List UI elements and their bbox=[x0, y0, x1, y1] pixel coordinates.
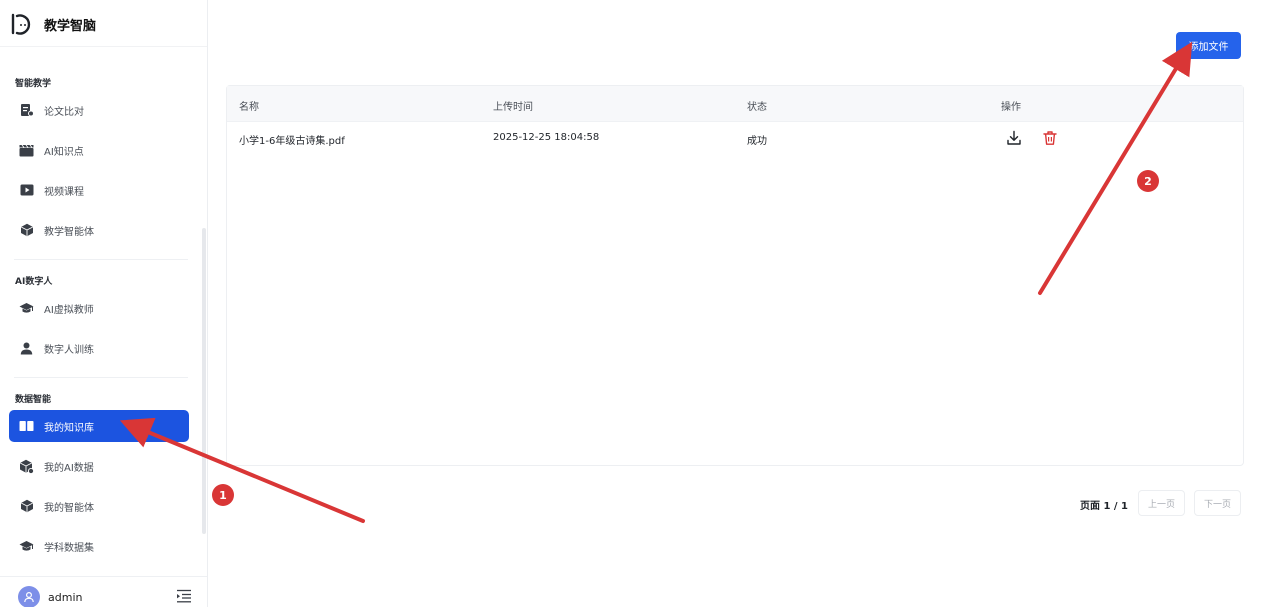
clapperboard-icon bbox=[19, 143, 34, 158]
file-name: 小学1-6年级古诗集.pdf bbox=[239, 136, 345, 147]
sidebar-item-subject-dataset[interactable]: 学科数据集 bbox=[9, 530, 189, 562]
section-title-ai-human: AI数字人 bbox=[15, 277, 53, 287]
download-icon[interactable] bbox=[1006, 130, 1022, 146]
cube-icon bbox=[19, 223, 34, 238]
sidebar-item-label: 视频课程 bbox=[44, 186, 84, 198]
file-table: 名称 上传时间 状态 操作 小学1-6年级古诗集.pdf 2025-12-25 … bbox=[226, 85, 1244, 466]
sidebar-item-ai-virtual-teacher[interactable]: AI虚拟教师 bbox=[9, 292, 189, 324]
column-header-actions: 操作 bbox=[1001, 102, 1021, 113]
graduation-cap-icon bbox=[19, 539, 34, 554]
prev-page-button[interactable]: 上一页 bbox=[1138, 490, 1186, 516]
logo-icon bbox=[11, 13, 31, 35]
user-profile[interactable]: admin bbox=[18, 585, 82, 607]
sidebar-item-my-ai-data[interactable]: 我的AI数据 bbox=[9, 450, 189, 482]
play-icon bbox=[19, 183, 34, 198]
sidebar-item-label: 数字人训练 bbox=[44, 344, 94, 356]
sidebar-item-label: 我的知识库 bbox=[44, 422, 94, 434]
book-open-icon bbox=[19, 419, 34, 434]
app-logo[interactable]: 教学智脑 bbox=[10, 10, 96, 38]
sidebar-item-paper-compare[interactable]: 论文比对 bbox=[9, 94, 189, 126]
divider bbox=[0, 576, 207, 577]
section-divider bbox=[14, 377, 188, 378]
sidebar-item-label: 我的AI数据 bbox=[44, 462, 94, 474]
column-header-status: 状态 bbox=[747, 102, 767, 113]
sidebar-scrollbar[interactable] bbox=[202, 228, 206, 534]
sidebar-item-label: 论文比对 bbox=[44, 106, 84, 118]
cube-icon bbox=[19, 499, 34, 514]
section-title-smart-teaching: 智能教学 bbox=[15, 79, 52, 89]
sidebar-item-ai-knowledge[interactable]: AI知识点 bbox=[9, 134, 189, 166]
sidebar-item-label: AI虚拟教师 bbox=[44, 304, 94, 316]
next-page-button[interactable]: 下一页 bbox=[1194, 490, 1242, 516]
annotation-badge-2: 2 bbox=[1137, 170, 1159, 192]
username: admin bbox=[48, 590, 83, 604]
sidebar-item-video-course[interactable]: 视频课程 bbox=[9, 174, 189, 206]
delete-icon[interactable] bbox=[1042, 130, 1058, 146]
column-header-name: 名称 bbox=[239, 102, 259, 113]
annotation-badge-1: 1 bbox=[212, 484, 234, 506]
sidebar-item-digital-human-training[interactable]: 数字人训练 bbox=[9, 332, 189, 364]
sidebar-item-teaching-agent[interactable]: 教学智能体 bbox=[9, 214, 189, 246]
avatar bbox=[18, 586, 40, 607]
user-icon bbox=[24, 591, 34, 603]
collapse-sidebar-icon[interactable] bbox=[176, 589, 192, 603]
data-box-icon bbox=[19, 459, 34, 474]
sidebar-item-label: 我的智能体 bbox=[44, 502, 94, 514]
column-header-upload-time: 上传时间 bbox=[493, 102, 533, 113]
sidebar-item-label: AI知识点 bbox=[44, 146, 84, 158]
compare-doc-icon bbox=[19, 103, 34, 118]
section-title-data-intelligence: 数据智能 bbox=[15, 395, 52, 405]
status-text: 成功 bbox=[747, 136, 767, 147]
table-header: 名称 上传时间 状态 操作 bbox=[227, 86, 1243, 122]
upload-time: 2025-12-25 18:04:58 bbox=[493, 132, 600, 143]
add-file-button[interactable]: 添加文件 bbox=[1176, 32, 1241, 59]
app-name: 教学智脑 bbox=[44, 18, 97, 34]
sidebar-item-label: 教学智能体 bbox=[44, 226, 94, 238]
page-indicator: 页面 1 / 1 bbox=[1080, 501, 1129, 512]
sidebar-item-my-knowledge-base[interactable]: 我的知识库 bbox=[9, 410, 189, 442]
section-divider bbox=[14, 259, 188, 260]
graduation-cap-icon bbox=[19, 301, 34, 316]
person-icon bbox=[19, 341, 34, 356]
sidebar-item-label: 学科数据集 bbox=[44, 542, 94, 554]
divider bbox=[0, 46, 207, 47]
sidebar: 教学智脑 智能教学 论文比对 AI知识点 视频课程 教学智能体 AI数字人 AI… bbox=[0, 0, 208, 607]
sidebar-item-my-agent[interactable]: 我的智能体 bbox=[9, 490, 189, 522]
